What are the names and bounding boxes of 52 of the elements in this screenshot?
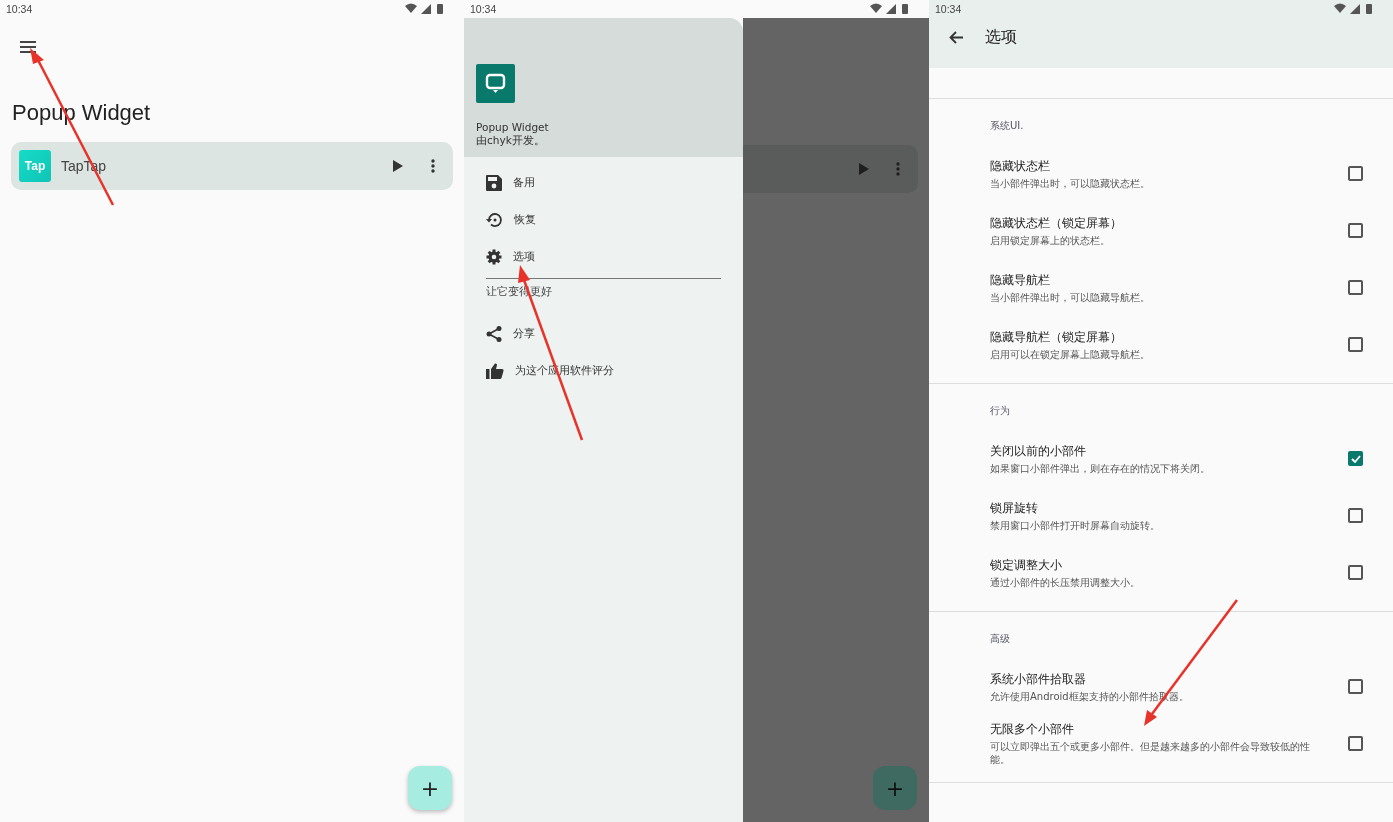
status-time: 10:34 [6, 3, 33, 15]
drawer-developer: 由chyk开发。 [476, 134, 546, 148]
status-time: 10:34 [935, 3, 962, 15]
checkbox[interactable] [1348, 337, 1363, 352]
option-description: 禁用窗口小部件打开时屏幕自动旋转。 [990, 518, 1161, 532]
menu-icon[interactable] [20, 41, 36, 53]
option-description: 当小部件弹出时，可以隐藏导航栏。 [990, 290, 1151, 304]
option-description: 通过小部件的长压禁用调整大小。 [990, 575, 1141, 589]
drawer-item[interactable]: 选项 [486, 238, 743, 275]
app-icon: Tap [19, 150, 51, 182]
option-description: 可以立即弹出五个或更多小部件。但是越来越多的小部件会导致较低的性能。 [990, 740, 1311, 766]
option-title: 关闭以前的小部件 [990, 442, 1087, 460]
checkbox[interactable] [1348, 565, 1363, 580]
more-icon [896, 162, 900, 176]
app-logo-icon [476, 64, 515, 103]
option-description: 启用可以在锁定屏幕上隐藏导航栏。 [990, 347, 1151, 361]
option-title: 无限多个小部件 [990, 721, 1075, 738]
checkbox[interactable] [1348, 736, 1363, 751]
checkbox[interactable] [1348, 166, 1363, 181]
drawer-item[interactable]: 备用 [486, 164, 743, 201]
option-title: 隐藏状态栏（锁定屏幕） [990, 214, 1123, 232]
option-description: 如果窗口小部件弹出，则在存在的情况下将关闭。 [990, 461, 1211, 475]
drawer-item[interactable]: 分享 [486, 315, 743, 352]
checkbox[interactable] [1348, 451, 1363, 466]
play-icon[interactable] [393, 160, 403, 172]
option-title: 隐藏导航栏 [990, 271, 1051, 289]
option-description: 启用锁定屏幕上的状态栏。 [990, 233, 1111, 247]
drawer-app-name: Popup Widget [476, 121, 550, 133]
checkbox[interactable] [1348, 679, 1363, 694]
restore-icon [486, 211, 503, 228]
more-icon[interactable] [431, 159, 435, 173]
section-label: 系统UI. [990, 119, 1025, 133]
section-label: 行为 [990, 404, 1011, 418]
back-arrow-icon[interactable] [949, 31, 963, 44]
option-title: 隐藏导航栏（锁定屏幕） [990, 328, 1123, 346]
option-title: 锁定调整大小 [990, 556, 1063, 574]
add-button[interactable]: + [408, 766, 452, 810]
settings-icon [486, 248, 502, 265]
option-title: 系统小部件拾取器 [990, 670, 1087, 688]
checkbox[interactable] [1348, 508, 1363, 523]
checkbox[interactable] [1348, 223, 1363, 238]
share-icon [486, 325, 502, 342]
section-label: 高级 [990, 632, 1011, 646]
checkbox[interactable] [1348, 280, 1363, 295]
status-time: 10:34 [470, 3, 497, 15]
page-title: 选项 [985, 27, 1017, 48]
drawer-item[interactable]: 恢复 [486, 201, 743, 238]
option-title: 隐藏状态栏 [990, 157, 1051, 175]
thumbs-up-icon [486, 362, 504, 379]
option-description: 当小部件弹出时，可以隐藏状态栏。 [990, 176, 1151, 190]
option-title: 锁屏旋转 [990, 499, 1039, 517]
play-icon [859, 163, 869, 175]
